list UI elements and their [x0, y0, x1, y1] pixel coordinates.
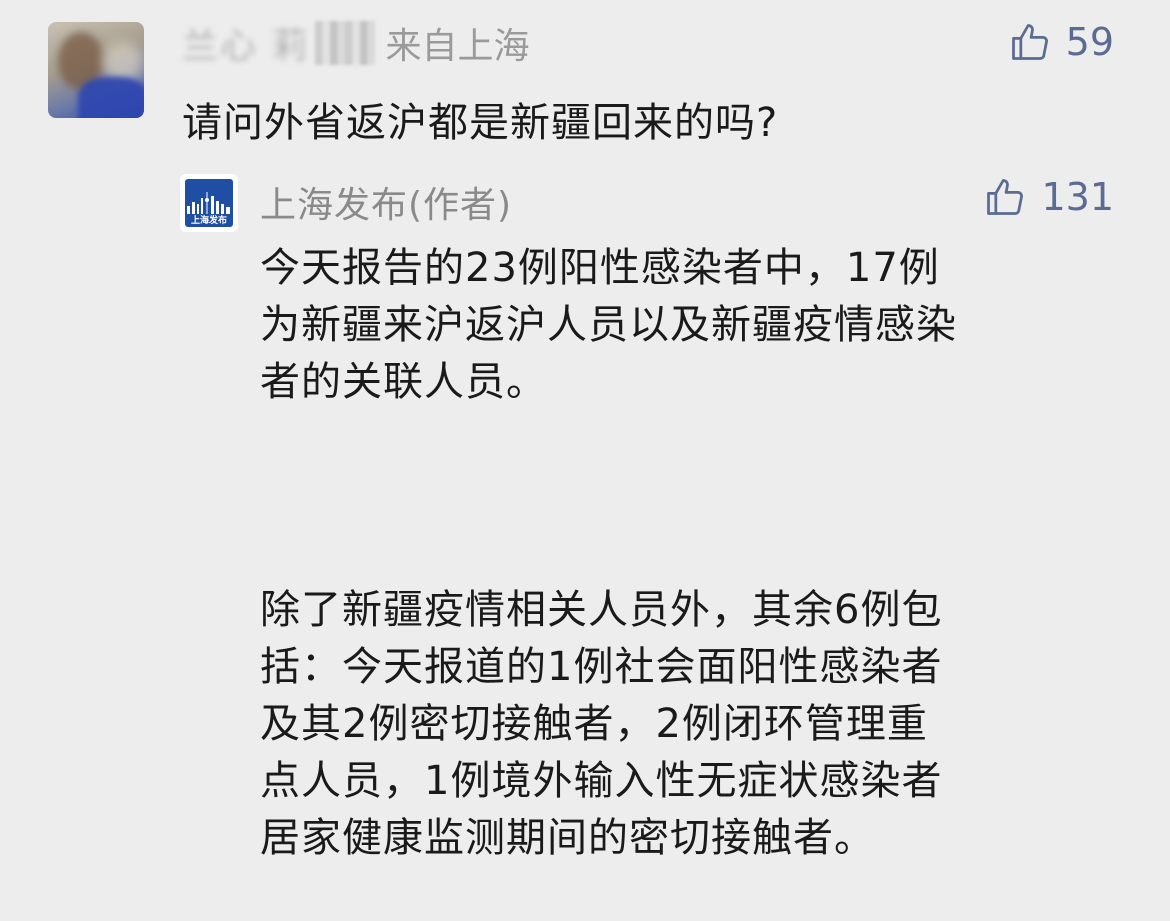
- commenter-meta: 兰心 莉 来自上海: [182, 18, 529, 68]
- avatar-label: 上海发布: [190, 216, 227, 226]
- commenter-avatar[interactable]: [48, 22, 144, 118]
- commenter-location: 来自上海: [385, 26, 530, 67]
- reply-author-avatar[interactable]: 上海发布: [180, 174, 238, 232]
- avatar-blur-shape: [78, 77, 144, 118]
- comment-like-count: 59: [1065, 20, 1114, 64]
- reply-paragraph: 除了新疆疫情相关人员外，其余6例包 括：今天报道的1例社会面阳性感染者 及其2例…: [260, 587, 943, 861]
- comment-like-button[interactable]: 59: [1008, 20, 1114, 64]
- reply-like-count: 131: [1041, 175, 1114, 219]
- skyline-logo-icon: [187, 192, 230, 214]
- reply-paragraph: 今天报告的23例阳性感染者中，17例 为新疆来沪返沪人员以及新疆疫情感染 者的关…: [260, 245, 957, 405]
- reply-like-button[interactable]: 131: [983, 175, 1114, 219]
- reply-body: 今天报告的23例阳性感染者中，17例 为新疆来沪返沪人员以及新疆疫情感染 者的关…: [260, 240, 1130, 867]
- comment-thread: 兰心 莉 来自上海 59 请问外省返沪都是新疆回来的吗? 上海发布 上海发布(作…: [0, 0, 1170, 921]
- commenter-username[interactable]: 兰心 莉: [182, 17, 309, 69]
- comment-text: 请问外省返沪都是新疆回来的吗?: [182, 100, 779, 146]
- thumbs-up-icon: [983, 175, 1027, 219]
- reply-author-name[interactable]: 上海发布(作者): [260, 176, 512, 228]
- thumbs-up-icon: [1008, 20, 1052, 64]
- username-mosaic: [315, 21, 376, 65]
- avatar-blur-shape: [103, 42, 143, 82]
